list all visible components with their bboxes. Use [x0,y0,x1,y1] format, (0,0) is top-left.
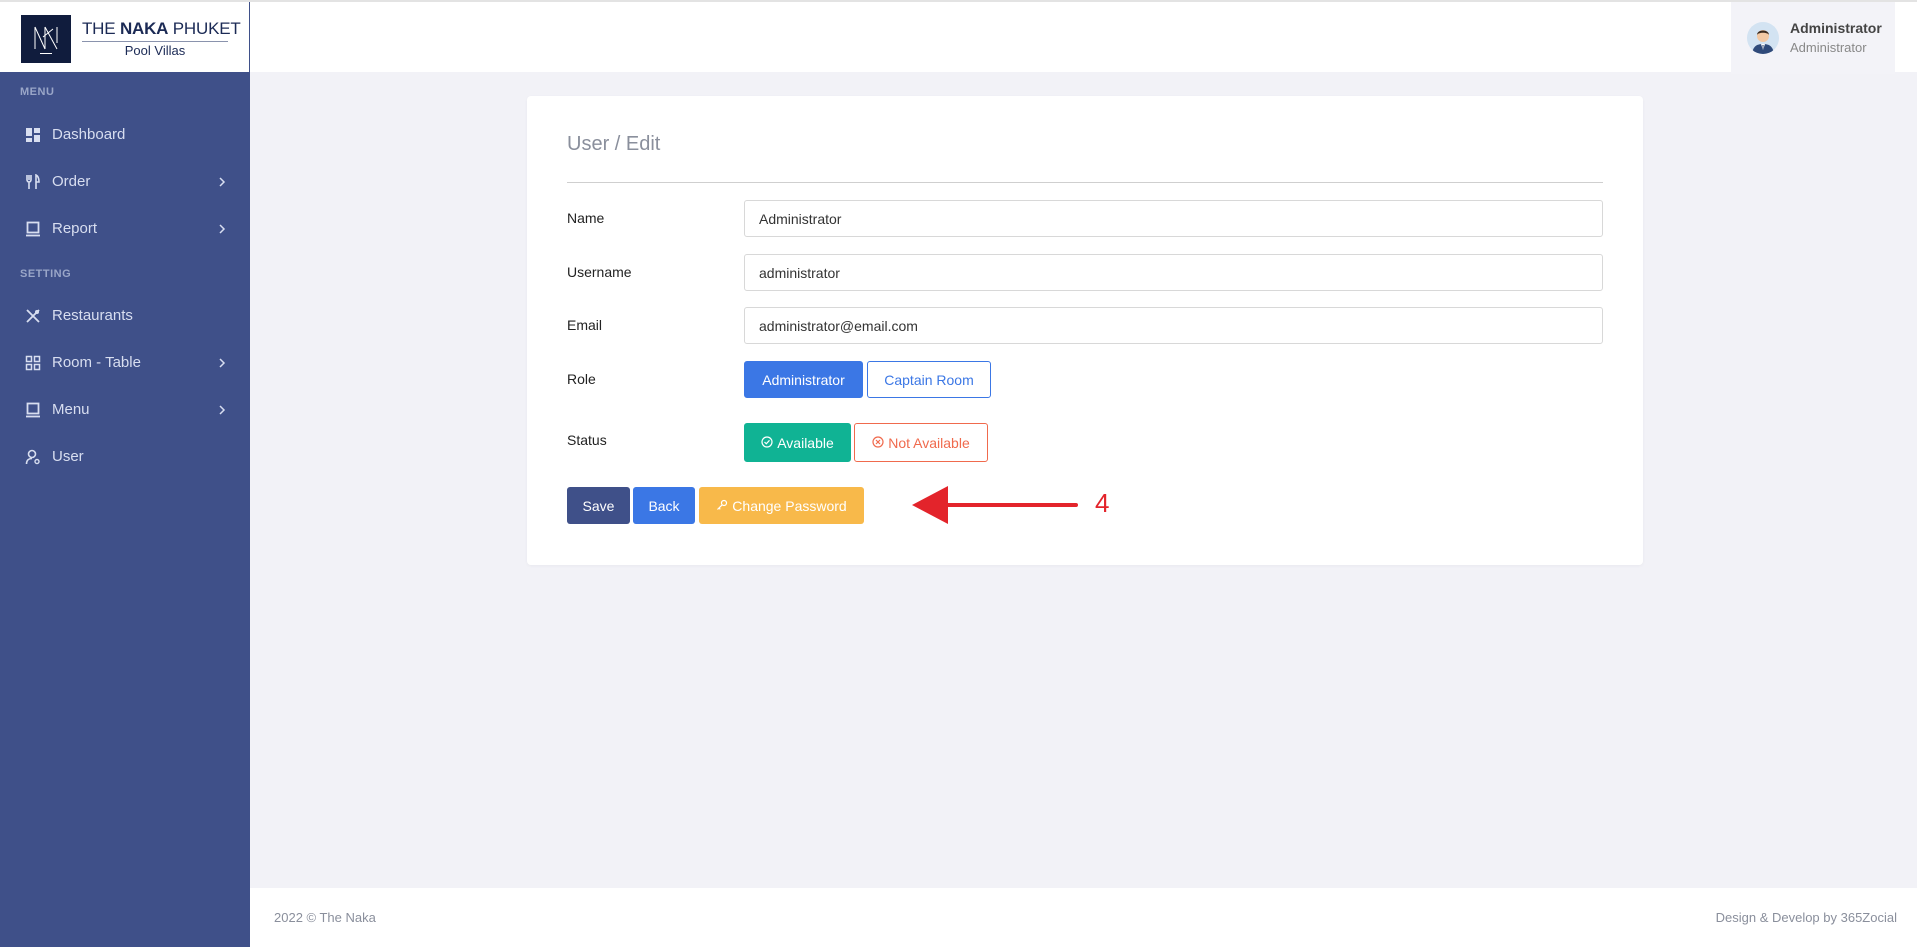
user-edit-card: User / Edit Name Username Email Role Adm… [527,96,1643,565]
brand-subtitle: Pool Villas [124,43,186,58]
role-administrator-button[interactable]: Administrator [744,361,863,398]
avatar [1747,22,1779,54]
name-field[interactable] [744,200,1603,237]
menu-section-heading: MENU [20,86,55,98]
chevron-right-icon [217,403,227,417]
chevron-right-icon [217,356,227,370]
brand[interactable]: THE NAKA PHUKET Pool Villas [0,2,250,74]
setting-section-heading: SETTING [20,268,72,280]
sidebar-item-label: Room - Table [52,354,141,371]
title-divider [567,182,1603,183]
back-button[interactable]: Back [633,487,695,524]
sidebar: MENU Dashboard Order Report SETTING Rest… [0,72,250,947]
status-available-button[interactable]: Available [744,423,851,462]
save-button[interactable]: Save [567,487,630,524]
annotation-arrow-icon [912,486,1078,524]
username-label: Username [567,264,632,280]
sidebar-item-dashboard[interactable]: Dashboard [0,115,250,155]
restaurant-icon [25,308,41,324]
report-icon [25,221,41,237]
footer-credit: Design & Develop by 365Zocial [1715,910,1897,925]
user-icon [25,449,41,465]
utensils-icon [25,173,41,190]
email-field[interactable] [744,307,1603,344]
footer: 2022 © The Naka Design & Develop by 365Z… [250,888,1917,947]
grid-icon [25,355,41,371]
sidebar-item-room-table[interactable]: Room - Table [0,343,250,383]
chevron-right-icon [217,222,227,236]
top-header: THE NAKA PHUKET Pool Villas Administrato… [0,0,1917,74]
sidebar-item-report[interactable]: Report [0,209,250,249]
role-captain-room-button[interactable]: Captain Room [867,361,991,398]
user-role: Administrator [1790,40,1867,55]
check-circle-icon [761,435,773,451]
username-field[interactable] [744,254,1603,291]
role-label: Role [567,371,596,387]
sidebar-item-label: Report [52,220,98,237]
user-name: Administrator [1790,20,1882,36]
brand-title: THE NAKA PHUKET [82,19,241,38]
chevron-right-icon [217,175,227,189]
email-label: Email [567,317,603,333]
dashboard-icon [25,127,41,143]
sidebar-item-label: Menu [52,401,90,418]
status-available-label: Available [777,434,834,451]
footer-copyright: 2022 © The Naka [274,910,376,925]
sidebar-item-order[interactable]: Order [0,162,250,202]
annotation-number: 4 [1095,488,1110,518]
sidebar-item-label: Restaurants [52,307,133,324]
key-icon [716,498,728,514]
x-circle-icon [872,435,884,451]
sidebar-item-label: Order [52,173,91,190]
status-not-available-label: Not Available [888,434,970,451]
brand-logo [21,15,71,63]
name-label: Name [567,210,605,226]
status-label: Status [567,432,607,448]
status-not-available-button[interactable]: Not Available [854,423,988,462]
change-password-label: Change Password [732,497,847,514]
user-profile-menu[interactable]: Administrator Administrator [1731,2,1895,74]
brand-divider [82,41,228,42]
menu-book-icon [25,402,41,418]
sidebar-item-restaurants[interactable]: Restaurants [0,296,250,336]
sidebar-item-user[interactable]: User [0,437,250,477]
page-title: User / Edit [567,133,661,155]
change-password-button[interactable]: Change Password [699,487,864,524]
sidebar-item-label: Dashboard [52,126,126,143]
sidebar-item-menu[interactable]: Menu [0,390,250,430]
sidebar-item-label: User [52,448,84,465]
